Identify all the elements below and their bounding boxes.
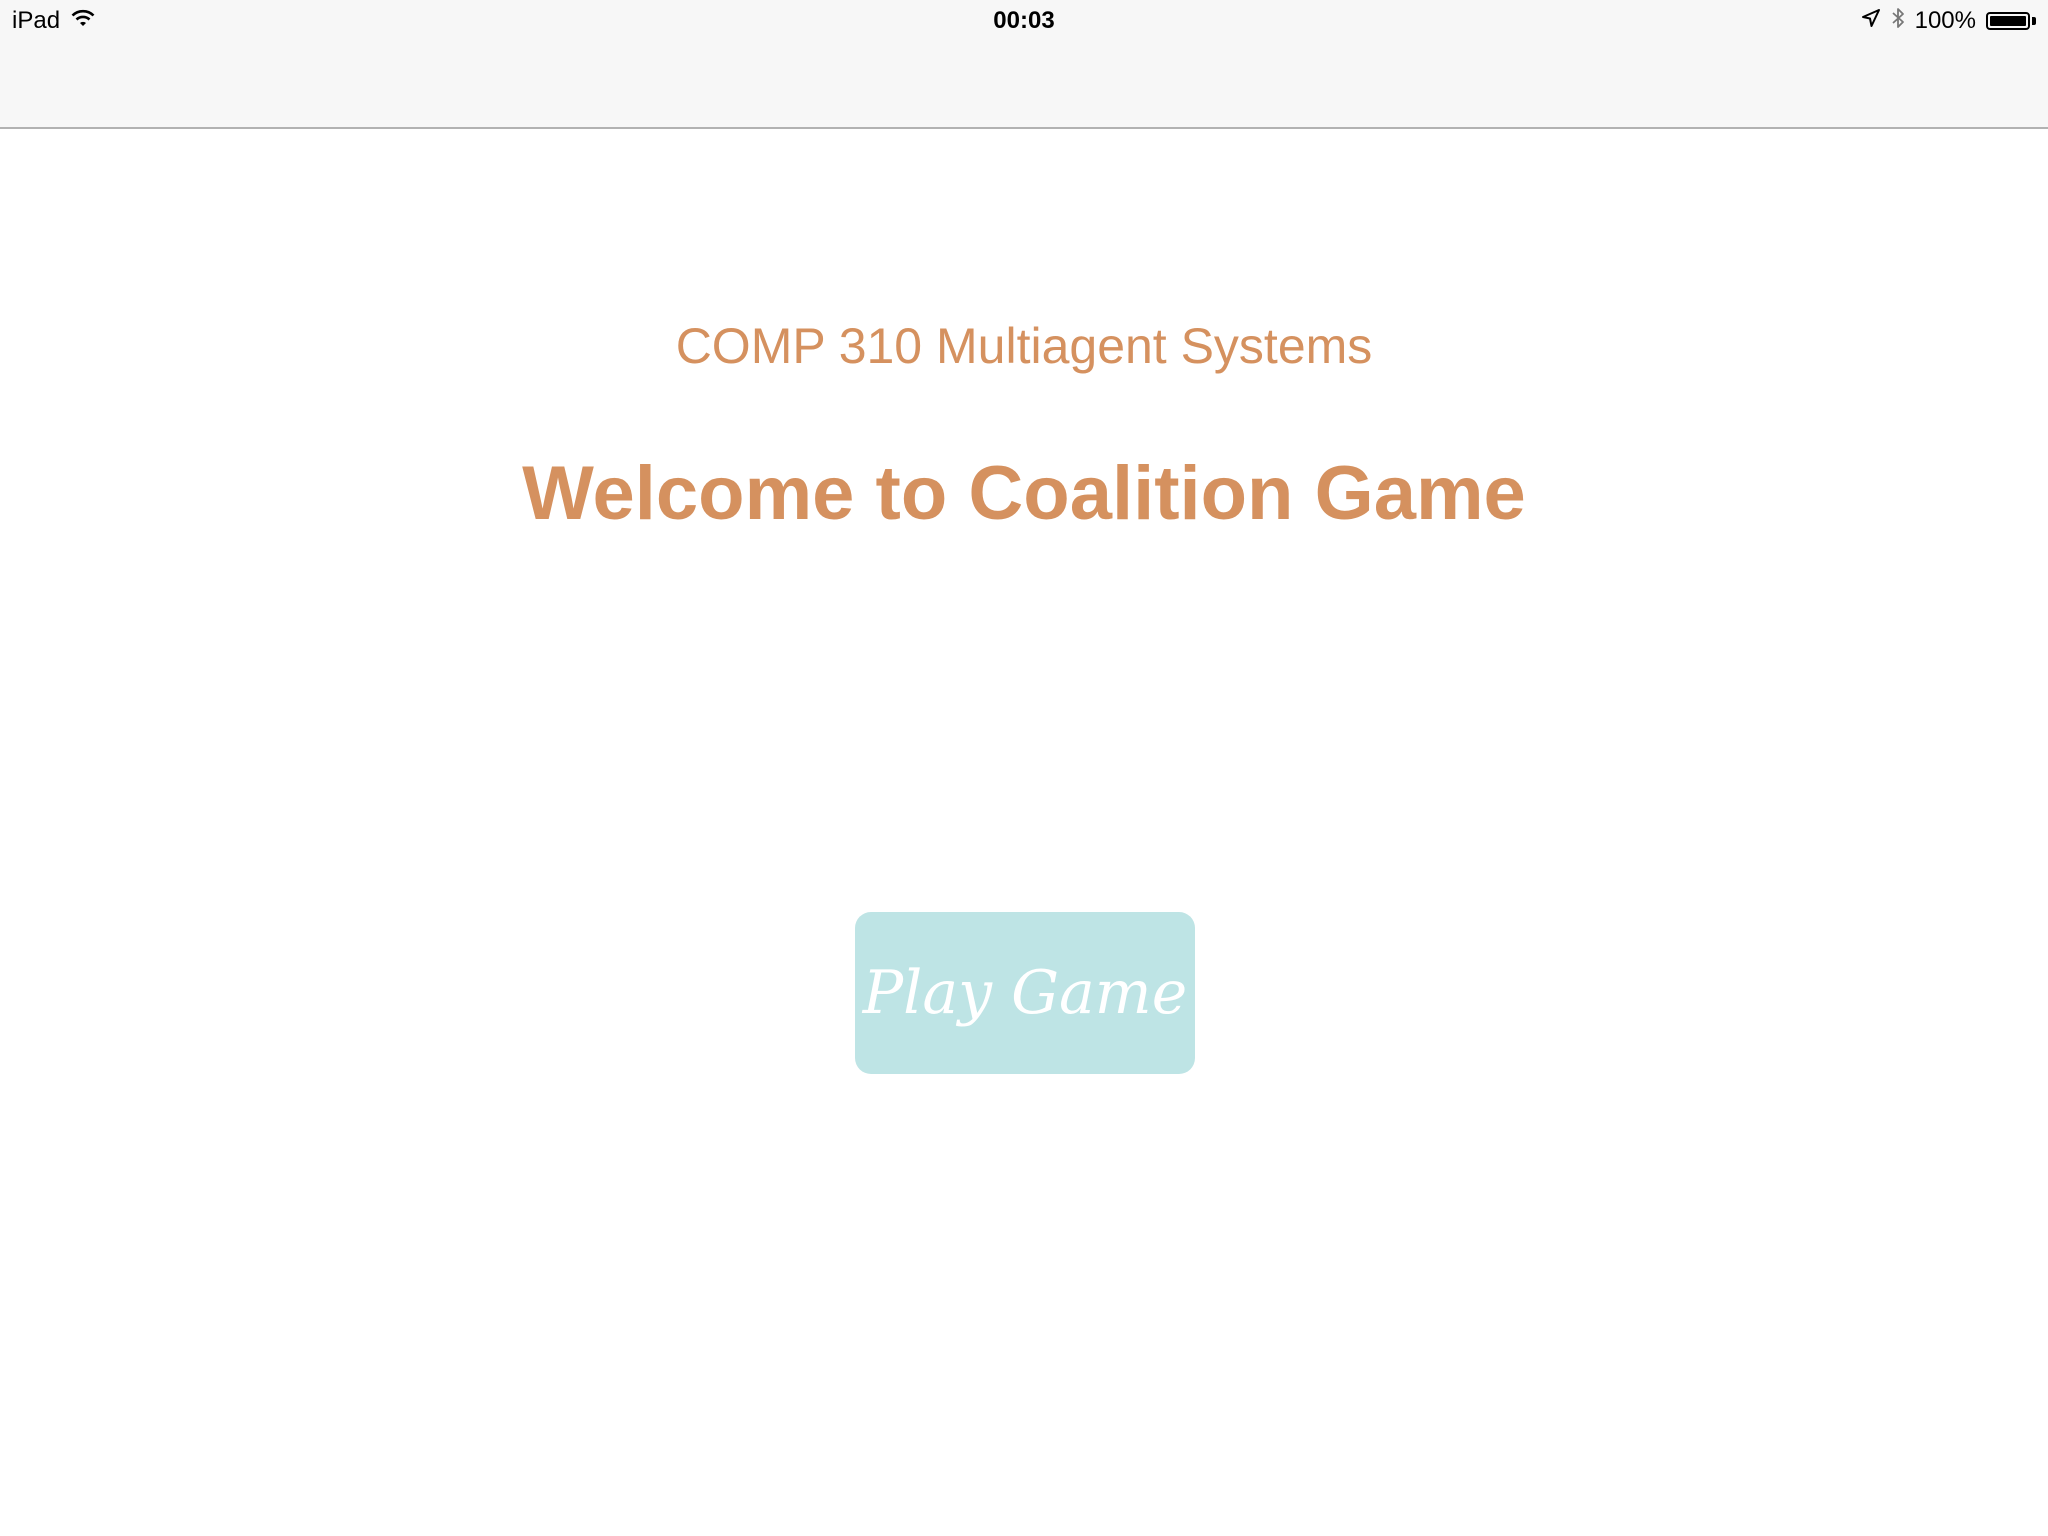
course-subtitle: COMP 310 Multiagent Systems bbox=[675, 318, 1373, 374]
battery-percent: 100% bbox=[1914, 7, 1976, 34]
status-time: 00:03 bbox=[993, 7, 1055, 34]
page-title: Welcome to Coalition Game bbox=[522, 451, 1526, 536]
status-bar: iPad 00:03 100% bbox=[0, 0, 2048, 40]
battery-tip bbox=[2032, 17, 2036, 25]
play-game-button[interactable]: Play Game bbox=[855, 912, 1195, 1074]
navigation-bar bbox=[0, 40, 2048, 129]
bluetooth-icon bbox=[1891, 6, 1905, 37]
battery-fill bbox=[1990, 16, 2026, 26]
battery-icon bbox=[1986, 12, 2030, 30]
status-right: 100% bbox=[1861, 6, 2036, 36]
location-arrow-icon bbox=[1861, 7, 1881, 35]
